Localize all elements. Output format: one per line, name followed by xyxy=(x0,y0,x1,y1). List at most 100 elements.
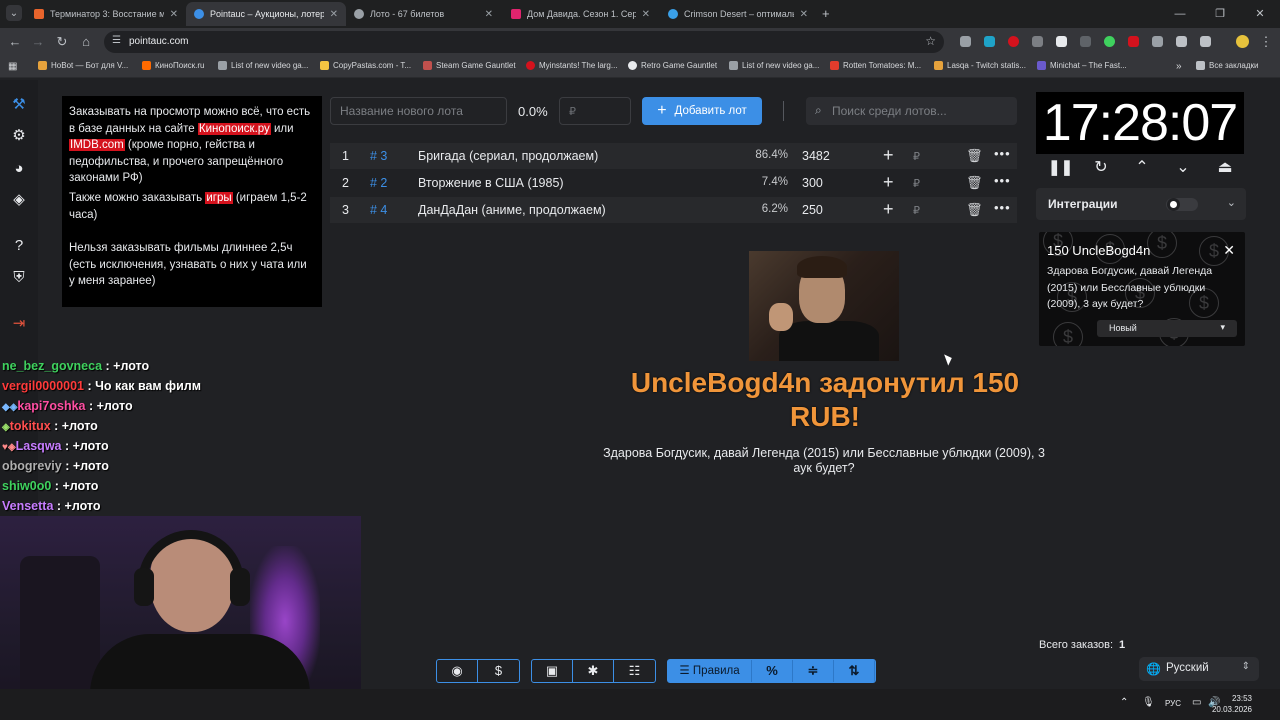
kinopoisk-link[interactable]: Кинопоиск.ру xyxy=(197,122,271,135)
apps-grid-icon[interactable]: ▦ xyxy=(8,61,17,72)
add-amount-icon[interactable]: + xyxy=(883,145,894,166)
bookmark-item[interactable]: Retro Game Gauntlet xyxy=(628,61,717,70)
sort-icon[interactable]: ⇅ xyxy=(834,660,875,682)
browser-menu-icon[interactable]: ⋮ xyxy=(1258,34,1274,50)
bookmarks-overflow-icon[interactable]: » xyxy=(1176,61,1182,72)
tray-chevron-icon[interactable]: ⌃ xyxy=(1120,697,1128,708)
settings-gear-icon[interactable]: ⚙ xyxy=(10,127,28,145)
donation-status-select[interactable]: Новый ▾ xyxy=(1097,320,1237,337)
extension-icon[interactable] xyxy=(1056,36,1067,47)
browser-tab[interactable]: Лото - 67 билетов ✕ xyxy=(346,2,501,26)
close-icon[interactable]: ✕ xyxy=(170,9,178,20)
add-amount-icon[interactable]: + xyxy=(883,199,894,220)
save-icon[interactable]: ▣ xyxy=(532,660,573,682)
lot-name[interactable]: Бригада (сериал, продолжаем) xyxy=(418,149,598,163)
bookmark-item[interactable]: Steam Game Gauntlet xyxy=(423,61,516,70)
imdb-link[interactable]: IMDB.com xyxy=(69,139,125,152)
more-options-icon[interactable]: ••• xyxy=(994,146,1011,161)
tab-search-button[interactable]: ⌄ xyxy=(6,5,22,21)
chevron-up-icon[interactable]: ⌃ xyxy=(1131,158,1153,178)
trash-icon[interactable]: 🗑 xyxy=(966,175,983,191)
browser-tab[interactable]: Терминатор 3: Восстание машин ✕ xyxy=(26,2,186,26)
bug-report-icon[interactable]: ✱ xyxy=(573,660,614,682)
lot-name[interactable]: Вторжение в США (1985) xyxy=(418,176,564,190)
auction-hammer-icon[interactable]: ⚒ xyxy=(10,96,28,114)
trash-icon[interactable]: 🗑 xyxy=(966,202,983,218)
bookmark-item[interactable]: CopyPastas.com - T... xyxy=(320,61,411,70)
home-icon[interactable]: ⌂ xyxy=(78,34,94,50)
bookmark-item[interactable]: КиноПоиск.ru xyxy=(142,61,205,70)
lot-id-link[interactable]: # 4 xyxy=(370,203,387,217)
percent-icon[interactable]: % xyxy=(752,660,793,682)
bookmark-star-icon[interactable]: ☆ xyxy=(925,34,936,48)
close-icon[interactable]: ✕ xyxy=(800,9,808,20)
browser-tab[interactable]: Дом Давида. Сезон 1. Серия 8 ✕ xyxy=(503,2,658,26)
integrations-toggle[interactable] xyxy=(1166,198,1198,211)
reset-timer-icon[interactable]: ↻ xyxy=(1090,158,1112,178)
maximize-icon[interactable]: ❐ xyxy=(1200,0,1240,28)
lot-search[interactable]: ⌕ xyxy=(806,97,1017,125)
profile-avatar[interactable] xyxy=(1236,35,1249,48)
games-link[interactable]: игры xyxy=(205,191,233,204)
chevron-down-icon[interactable]: ⌄ xyxy=(1227,196,1236,209)
bookmark-item[interactable]: List of new video ga... xyxy=(218,61,308,70)
microphone-icon[interactable]: 🎙 xyxy=(1142,697,1155,708)
double-up-icon[interactable]: ⏏ xyxy=(1214,158,1236,178)
input-language[interactable]: РУС xyxy=(1165,699,1181,708)
extension-icon[interactable] xyxy=(1128,36,1139,47)
browser-tab[interactable]: Crimson Desert – оптимальные ✕ xyxy=(660,2,816,26)
rules-button[interactable]: ☰ Правила xyxy=(668,660,752,682)
close-icon[interactable]: ✕ xyxy=(330,9,338,20)
more-options-icon[interactable]: ••• xyxy=(994,200,1011,215)
lot-currency[interactable]: ₽ xyxy=(913,150,920,163)
trash-icon[interactable]: 🗑 xyxy=(966,148,983,164)
layers-icon[interactable]: ◈ xyxy=(10,191,28,209)
omnibox[interactable]: ☰ pointauc.com ☆ xyxy=(104,31,944,53)
lot-amount[interactable]: 300 xyxy=(802,176,823,190)
new-lot-name-input[interactable]: Название нового лота xyxy=(330,97,507,125)
bookmark-item[interactable]: Myinstants! The larg... xyxy=(526,61,618,70)
lot-currency[interactable]: ₽ xyxy=(913,177,920,190)
shield-icon[interactable]: ⛨ xyxy=(10,269,28,287)
chevron-down-icon[interactable]: ⌄ xyxy=(1172,158,1194,178)
extension-icon[interactable] xyxy=(1176,36,1187,47)
lot-amount[interactable]: 3482 xyxy=(802,149,830,163)
extension-icon[interactable] xyxy=(960,36,971,47)
more-options-icon[interactable]: ••• xyxy=(994,173,1011,188)
extension-icon[interactable] xyxy=(1104,36,1115,47)
extension-icon[interactable] xyxy=(1032,36,1043,47)
close-window-icon[interactable]: ✕ xyxy=(1240,0,1280,28)
tray-clock[interactable]: 23:53 20.03.2026 xyxy=(1212,693,1252,715)
integrations-panel[interactable]: Интеграции ⌄ xyxy=(1036,188,1246,220)
close-icon[interactable]: ✕ xyxy=(1223,242,1235,259)
pause-icon[interactable]: ❚❚ xyxy=(1048,158,1073,178)
lot-row[interactable]: 3 # 4 ДанДаДан (аниме, продолжаем) 6.2% … xyxy=(330,197,1017,223)
clear-list-icon[interactable]: ☷ xyxy=(614,660,655,682)
lot-row[interactable]: 1 # 3 Бригада (сериал, продолжаем) 86.4%… xyxy=(330,143,1017,169)
logout-icon[interactable]: ⇥ xyxy=(10,315,28,333)
extension-icon[interactable] xyxy=(984,36,995,47)
new-lot-amount-input[interactable]: ₽ xyxy=(559,97,631,125)
compress-icon[interactable]: ≑ xyxy=(793,660,834,682)
add-lot-button[interactable]: + Добавить лот xyxy=(642,97,762,125)
bookmark-item[interactable]: HoBot — Бот для V... xyxy=(38,61,128,70)
new-tab-button[interactable]: + xyxy=(822,6,830,21)
bookmark-item[interactable]: Minichat – The Fast... xyxy=(1037,61,1127,70)
reload-icon[interactable]: ↻ xyxy=(54,34,70,50)
language-select[interactable]: 🌐 Русский ⇕ xyxy=(1139,657,1259,681)
back-icon[interactable]: ← xyxy=(7,34,23,50)
extensions-puzzle-icon[interactable] xyxy=(1200,36,1211,47)
extension-icon[interactable] xyxy=(1080,36,1091,47)
network-icon[interactable]: ▭ xyxy=(1192,697,1201,708)
lot-amount[interactable]: 250 xyxy=(802,203,823,217)
lot-search-input[interactable] xyxy=(832,97,1012,125)
minimize-icon[interactable]: — xyxy=(1160,0,1200,28)
bookmark-item[interactable]: Lasqa - Twitch statis... xyxy=(934,61,1026,70)
lot-name[interactable]: ДанДаДан (аниме, продолжаем) xyxy=(418,203,606,217)
all-bookmarks-folder[interactable]: Все закладки xyxy=(1196,61,1258,70)
extension-icon[interactable] xyxy=(1008,36,1019,47)
bookmark-item[interactable]: List of new video ga... xyxy=(729,61,819,70)
url-text[interactable]: pointauc.com xyxy=(129,36,188,47)
close-icon[interactable]: ✕ xyxy=(642,9,650,20)
browser-tab-active[interactable]: Pointauc – Аукционы, лотереи ✕ xyxy=(186,2,346,26)
